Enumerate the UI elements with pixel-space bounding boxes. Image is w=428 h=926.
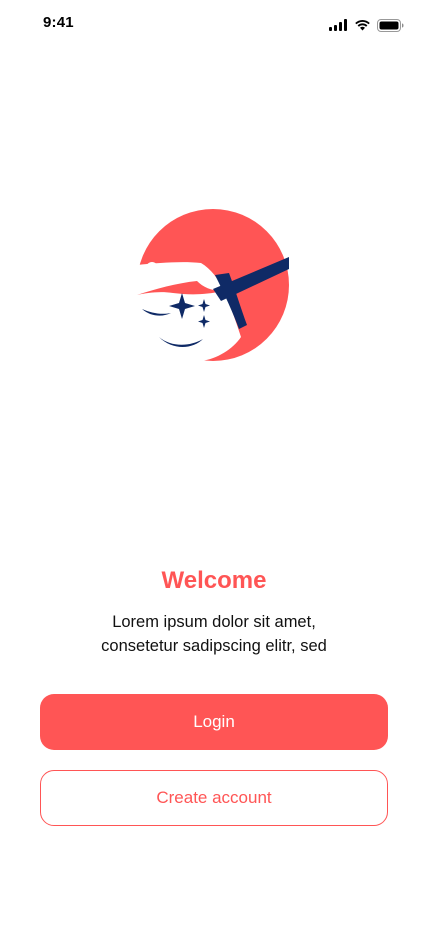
welcome-description-line-2: consetetur sadipscing elitr, sed (101, 637, 327, 655)
create-account-button-label: Create account (156, 788, 272, 807)
cleaning-logo-icon (137, 209, 289, 361)
status-bar: 9:41 (0, 0, 428, 48)
login-button-label: Login (193, 712, 235, 731)
create-account-button[interactable]: Create account (40, 770, 388, 826)
wifi-icon (354, 19, 371, 31)
cellular-signal-icon (329, 19, 348, 31)
welcome-description-line-1: Lorem ipsum dolor sit amet, (112, 613, 316, 631)
battery-icon (377, 18, 404, 32)
login-button[interactable]: Login (40, 694, 388, 750)
status-time: 9:41 (43, 14, 74, 31)
status-icons (329, 17, 404, 33)
welcome-description: Lorem ipsum dolor sit amet, consetetur s… (64, 610, 364, 658)
app-logo (137, 209, 289, 361)
welcome-title: Welcome (161, 567, 267, 594)
welcome-screen: 9:41 Welcome Lorem ipsum dolor sit amet,… (0, 0, 428, 926)
